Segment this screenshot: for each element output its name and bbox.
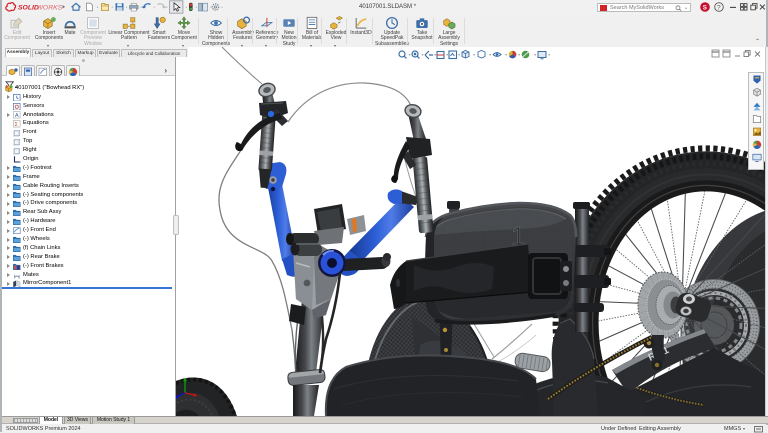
svg-text:S: S [703, 4, 707, 11]
svg-text:A: A [15, 114, 19, 119]
svg-text:WORKS: WORKS [37, 5, 63, 12]
svg-text:?: ? [717, 5, 721, 12]
